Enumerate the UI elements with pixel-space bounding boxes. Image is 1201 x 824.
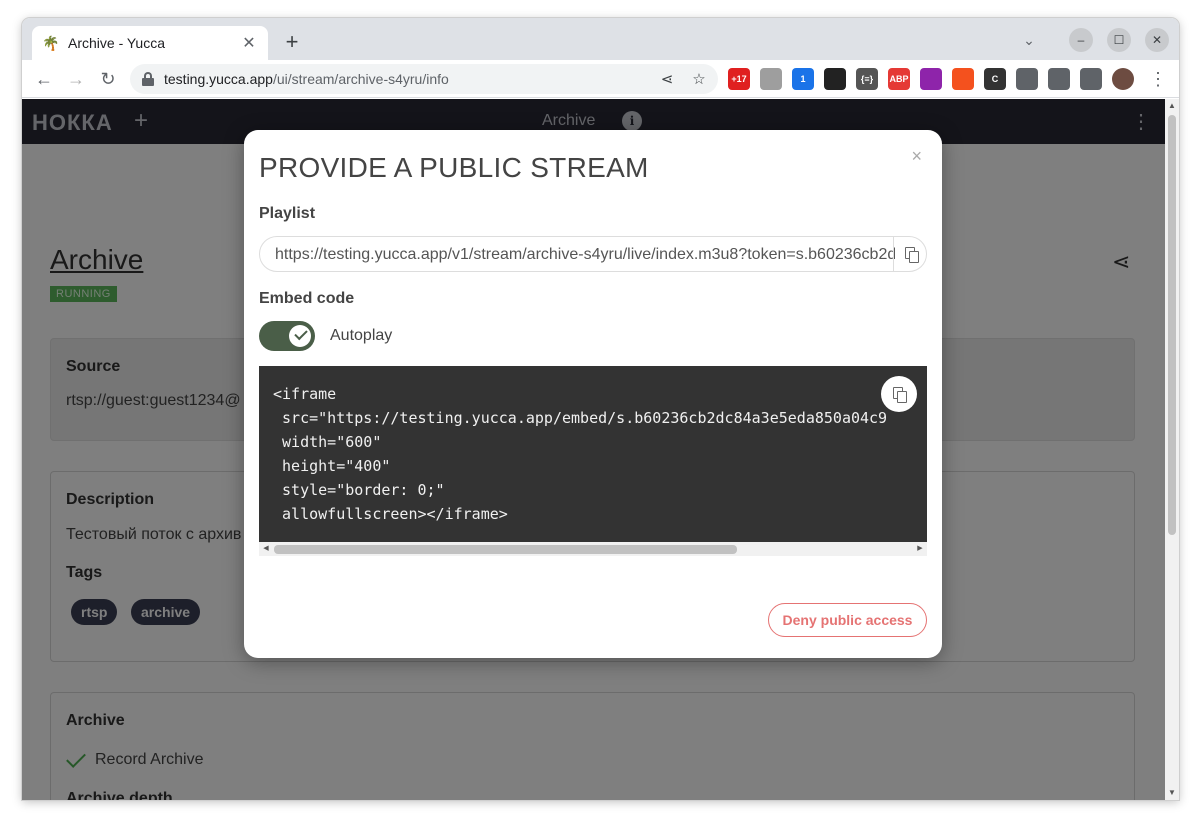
modal-title: PROVIDE A PUBLIC STREAM [259, 152, 649, 183]
lock-icon [142, 72, 154, 86]
browser-menu-icon[interactable]: ⋮ [1146, 67, 1170, 91]
ext-media-icon[interactable] [1048, 68, 1070, 90]
scroll-right-arrow-icon[interactable]: ▶ [913, 542, 927, 556]
scroll-left-arrow-icon[interactable]: ◀ [259, 542, 273, 556]
url-host: testing.yucca.app [164, 71, 273, 87]
ext-color-icon[interactable] [920, 68, 942, 90]
ext-1password-icon[interactable]: 1 [792, 68, 814, 90]
ext-c-icon[interactable]: C [984, 68, 1006, 90]
ext-counter-icon[interactable]: +17 [728, 68, 750, 90]
ext-json-icon[interactable]: {≡} [856, 68, 878, 90]
code-scroll-thumb[interactable] [274, 545, 737, 554]
address-bar[interactable]: testing.yucca.app /ui/stream/archive-s4y… [130, 64, 718, 94]
copy-playlist-button[interactable] [893, 237, 926, 271]
browser-tab[interactable]: 🌴 Archive - Yucca ✕ [32, 26, 268, 60]
forward-arrow-icon[interactable]: → [64, 67, 88, 91]
tab-title: Archive - Yucca [68, 35, 166, 51]
ext-sidepanel-icon[interactable] [1080, 68, 1102, 90]
embed-code-block[interactable]: <iframe src="https://testing.yucca.app/e… [259, 366, 927, 556]
scroll-up-arrow-icon[interactable]: ▲ [1165, 99, 1179, 113]
page-scrollbar[interactable]: ▲ ▼ [1165, 99, 1179, 800]
share-page-icon[interactable]: ⋖ [658, 70, 676, 88]
close-window-button[interactable]: ✕ [1145, 28, 1169, 52]
public-stream-modal: × PROVIDE A PUBLIC STREAM Playlist https… [244, 130, 942, 658]
ext-tower-icon[interactable] [952, 68, 974, 90]
tab-close-icon[interactable]: ✕ [240, 33, 258, 53]
modal-close-icon[interactable]: × [911, 146, 922, 167]
reload-icon[interactable]: ↻ [96, 67, 120, 91]
autoplay-toggle[interactable] [259, 321, 315, 351]
ext-avatar-icon[interactable] [1112, 68, 1134, 90]
minimize-button[interactable]: – [1069, 28, 1093, 52]
copy-icon [893, 387, 907, 403]
embed-code-label: Embed code [259, 290, 355, 307]
playlist-url-field[interactable]: https://testing.yucca.app/v1/stream/arch… [259, 236, 927, 272]
browser-toolbar: ← → ↻ testing.yucca.app /ui/stream/archi… [22, 60, 1179, 98]
playlist-label: Playlist [259, 205, 316, 222]
code-horizontal-scrollbar[interactable]: ◀ ▶ [259, 542, 927, 556]
url-path: /ui/stream/archive-s4yru/info [272, 71, 449, 87]
tab-strip: 🌴 Archive - Yucca ✕ + ⌄ – ☐ ✕ [22, 18, 1179, 60]
bookmark-star-icon[interactable]: ☆ [690, 70, 708, 88]
embed-code-text[interactable]: <iframe src="https://testing.yucca.app/e… [273, 382, 887, 526]
ext-cat-icon[interactable] [760, 68, 782, 90]
autoplay-label: Autoplay [330, 327, 393, 344]
ext-puzzle-icon[interactable] [1016, 68, 1038, 90]
toggle-check-icon [289, 325, 311, 347]
palm-tree-icon: 🌴 [42, 35, 60, 51]
new-tab-button[interactable]: + [280, 30, 304, 54]
copy-embed-code-button[interactable] [881, 376, 917, 412]
extensions-row: +17 1 {≡} ABP C [728, 68, 1134, 90]
ext-abp-icon[interactable]: ABP [888, 68, 910, 90]
scroll-down-arrow-icon[interactable]: ▼ [1165, 786, 1179, 800]
copy-icon [905, 247, 919, 263]
tab-search-chevron-icon[interactable]: ⌄ [1017, 32, 1041, 49]
ext-gnome-icon[interactable] [824, 68, 846, 90]
maximize-button[interactable]: ☐ [1107, 28, 1131, 52]
back-arrow-icon[interactable]: ← [32, 67, 56, 91]
playlist-url[interactable]: https://testing.yucca.app/v1/stream/arch… [275, 246, 895, 264]
deny-public-access-button[interactable]: Deny public access [768, 603, 927, 637]
window-controls: ⌄ – ☐ ✕ [1017, 28, 1169, 52]
scroll-thumb[interactable] [1168, 115, 1176, 535]
